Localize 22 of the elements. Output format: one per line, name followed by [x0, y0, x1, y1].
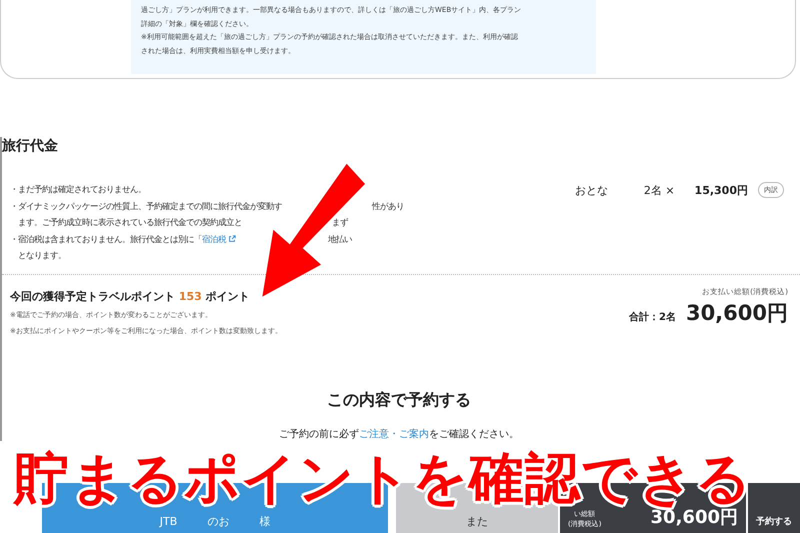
points-text: 今回の獲得予定トラベルポイント 153 ポイント — [10, 288, 251, 304]
note-text: ます。ご予約成立時に表示されている旅行代金での契約成立と — [18, 216, 242, 229]
total-amount: 30,600円 — [650, 507, 738, 529]
total-amount: 30,600円 — [686, 300, 788, 326]
passenger-type: おとな — [574, 182, 608, 198]
reserve-button[interactable]: 予約する — [748, 483, 800, 533]
note-text: 性があり — [372, 200, 404, 212]
note-text: ・宿泊税は含まれておりません。旅行代金とは別に「 — [10, 232, 202, 246]
note-text: 地払い — [328, 232, 352, 246]
note-text: ・ダイナミックパッケージの性質上、予約確定までの間に旅行代金が変動す — [10, 200, 282, 212]
tax-link[interactable]: 宿泊税 — [202, 230, 226, 247]
confirm-note: ご予約の前に必ずご注意・ご案内をご確認ください。 — [278, 428, 520, 440]
total-label: 合計：2名 — [628, 310, 676, 324]
note-text: となります。 — [18, 249, 66, 262]
notice-link[interactable]: ご注意・ご案内 — [359, 428, 429, 440]
passenger-count: 2名 × — [644, 182, 675, 198]
section-heading: 旅行代金 — [2, 137, 59, 155]
note-text: ・まだ予約は確定されておりません。 — [10, 183, 146, 196]
note-text: まず — [332, 216, 348, 229]
external-link-icon — [228, 234, 236, 243]
confirm-heading: この内容で予約する — [326, 390, 472, 410]
unit-price: 15,300円 — [694, 182, 748, 198]
